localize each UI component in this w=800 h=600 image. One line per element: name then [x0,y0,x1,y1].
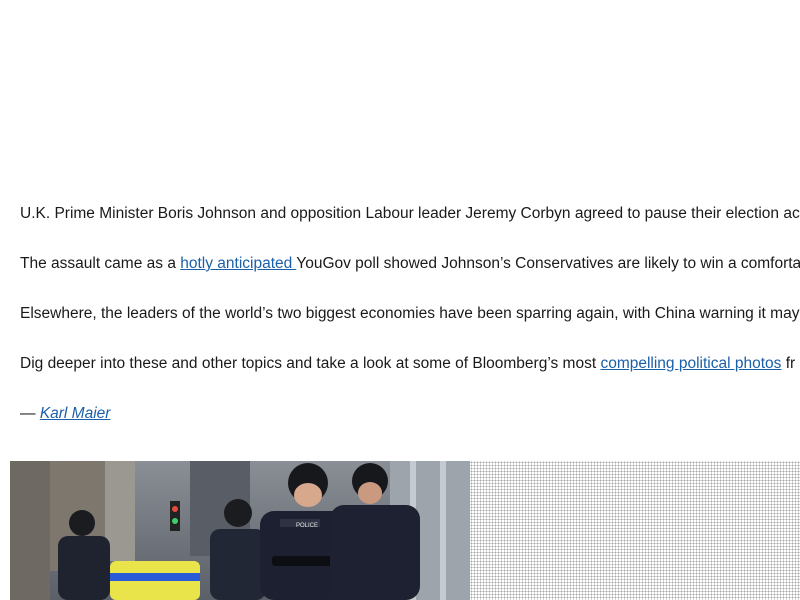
police-officers-photo: POLICE [10,461,470,600]
image-placeholder-pattern [470,461,800,600]
author-link[interactable]: Karl Maier [40,405,111,422]
paragraph-2-text-after: YouGov poll showed Johnson’s Conservativ… [296,255,800,272]
paragraph-4: Dig deeper into these and other topics a… [20,354,800,404]
paragraph-1-text: U.K. Prime Minister Boris Johnson and op… [20,205,800,222]
signoff-dash: — [20,405,40,422]
paragraph-3-text: Elsewhere, the leaders of the world’s tw… [20,305,800,322]
article-body: U.K. Prime Minister Boris Johnson and op… [20,204,800,424]
paragraph-2-text-before: The assault came as a [20,255,181,272]
paragraph-1: U.K. Prime Minister Boris Johnson and op… [20,204,800,254]
hotly-anticipated-link[interactable]: hotly anticipated [180,255,296,272]
author-signoff: — Karl Maier [20,404,800,424]
compelling-political-photos-link[interactable]: compelling political photos [600,355,781,372]
paragraph-4-text-after: fr [781,355,796,372]
paragraph-4-text-before: Dig deeper into these and other topics a… [20,355,601,372]
police-badge-text: POLICE [296,523,318,529]
paragraph-2: The assault came as a hotly anticipated … [20,254,800,304]
paragraph-3: Elsewhere, the leaders of the world’s tw… [20,304,800,354]
